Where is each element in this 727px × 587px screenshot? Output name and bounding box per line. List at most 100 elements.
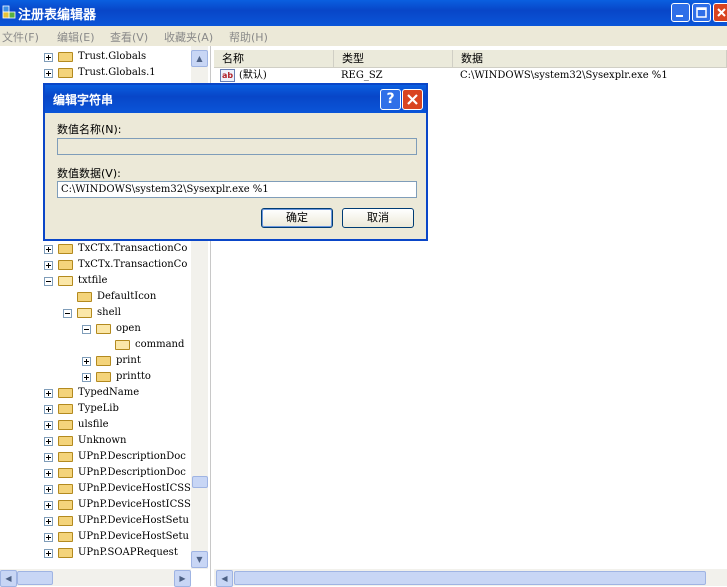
expand-plus-icon[interactable] — [82, 373, 91, 382]
close-button[interactable] — [713, 3, 727, 22]
expand-plus-icon[interactable] — [44, 469, 53, 478]
dialog-close-button[interactable] — [402, 89, 423, 110]
tree-item-label: DefaultIcon — [97, 291, 157, 302]
value-data-input[interactable]: C:\WINDOWS\system32\Sysexplr.exe %1 — [57, 181, 417, 198]
cancel-button[interactable]: 取消 — [342, 208, 414, 228]
folder-icon — [77, 292, 92, 302]
edit-string-dialog: 编辑字符串 ? 数值名称(N): 数值数据(V): C:\WINDOWS\sys… — [43, 83, 428, 241]
close-icon — [407, 94, 418, 105]
expand-plus-icon[interactable] — [44, 501, 53, 510]
collapse-minus-icon[interactable] — [82, 325, 91, 334]
expand-plus-icon[interactable] — [44, 453, 53, 462]
value-name-label: 数值名称(N): — [57, 123, 122, 136]
tree-item-label: Trust.Globals.1 — [78, 67, 156, 78]
menu-help[interactable]: 帮助(H) — [229, 29, 268, 45]
folder-icon — [58, 532, 73, 542]
expand-plus-icon[interactable] — [82, 357, 91, 366]
chevron-left-icon: ◀ — [5, 574, 12, 583]
expand-plus-icon[interactable] — [44, 245, 53, 254]
tree-item-label: txtfile — [78, 275, 108, 286]
help-icon: ? — [386, 91, 395, 107]
tree-scroll-right-button[interactable]: ▶ — [174, 570, 191, 587]
maximize-icon — [696, 7, 707, 18]
window-title: 注册表编辑器 — [18, 8, 97, 23]
expand-plus-icon[interactable] — [44, 405, 53, 414]
tree-item-label: TypedName — [78, 387, 140, 398]
chevron-down-icon: ▼ — [196, 555, 203, 564]
dialog-title-bar[interactable]: 编辑字符串 ? — [45, 85, 426, 113]
title-bar[interactable]: 注册表编辑器 — [0, 0, 727, 26]
list-horizontal-scrollbar[interactable]: ◀ — [214, 569, 727, 587]
string-value-icon: ab — [220, 69, 235, 82]
menu-favorites[interactable]: 收藏夹(A) — [164, 29, 213, 45]
expand-plus-icon[interactable] — [44, 389, 53, 398]
chevron-left-icon: ◀ — [221, 574, 228, 583]
minimize-button[interactable] — [671, 3, 690, 22]
column-header-name[interactable]: 名称 — [214, 50, 334, 68]
expand-plus-icon[interactable] — [44, 485, 53, 494]
folder-icon — [58, 404, 73, 414]
value-data: C:\WINDOWS\system32\Sysexplr.exe %1 — [460, 70, 668, 81]
tree-item-label: UPnP.DeviceHostSetu — [78, 531, 189, 542]
folder-icon — [96, 356, 111, 366]
expand-plus-icon[interactable] — [44, 517, 53, 526]
tree-item-label: UPnP.DescriptionDoc — [78, 467, 186, 478]
tree-item-label: UPnP.DeviceHostSetu — [78, 515, 189, 526]
value-name[interactable]: (默认) — [239, 68, 267, 84]
folder-icon — [58, 52, 73, 62]
expand-plus-icon[interactable] — [44, 69, 53, 78]
tree-hscroll-thumb[interactable] — [17, 571, 53, 585]
chevron-right-icon: ▶ — [179, 574, 186, 583]
dialog-title: 编辑字符串 — [53, 93, 114, 107]
menu-file[interactable]: 文件(F) — [2, 29, 39, 45]
folder-icon — [58, 244, 73, 254]
tree-item-label: printto — [116, 371, 151, 382]
tree-item-label: open — [116, 323, 141, 334]
collapse-minus-icon[interactable] — [63, 309, 72, 318]
expand-plus-icon[interactable] — [44, 437, 53, 446]
tree-item-label: UPnP.SOAPRequest — [78, 547, 178, 558]
ok-button[interactable]: 确定 — [261, 208, 333, 228]
scroll-thumb[interactable] — [192, 476, 208, 488]
folder-icon — [58, 484, 73, 494]
folder-open-icon — [96, 324, 111, 334]
tree-item-label: TxCTx.TransactionCo — [78, 243, 188, 254]
dialog-help-button[interactable]: ? — [380, 89, 401, 110]
expand-plus-icon[interactable] — [44, 421, 53, 430]
minimize-icon — [676, 15, 683, 17]
scroll-down-button[interactable]: ▼ — [191, 551, 208, 568]
tree-item-label: UPnP.DeviceHostICSS — [78, 483, 191, 494]
value-type: REG_SZ — [341, 70, 383, 81]
tree-horizontal-scrollbar[interactable]: ◀ ▶ — [0, 569, 191, 587]
folder-icon — [58, 260, 73, 270]
folder-icon — [58, 436, 73, 446]
menu-bar: 文件(F) 编辑(E) 查看(V) 收藏夹(A) 帮助(H) — [0, 26, 727, 46]
expand-plus-icon[interactable] — [44, 533, 53, 542]
scroll-up-button[interactable]: ▲ — [191, 50, 208, 67]
menu-view[interactable]: 查看(V) — [110, 29, 148, 45]
list-hscroll-thumb[interactable] — [234, 571, 706, 585]
column-header-data[interactable]: 数据 — [453, 50, 727, 68]
folder-icon — [58, 420, 73, 430]
expand-plus-icon[interactable] — [44, 261, 53, 270]
tree-item-label: shell — [97, 307, 121, 318]
chevron-up-icon: ▲ — [196, 54, 203, 63]
column-header-type[interactable]: 类型 — [334, 50, 453, 68]
menu-edit[interactable]: 编辑(E) — [57, 29, 95, 45]
folder-icon — [58, 516, 73, 526]
value-name-field[interactable] — [57, 138, 417, 155]
tree-scroll-left-button[interactable]: ◀ — [0, 570, 17, 587]
collapse-minus-icon[interactable] — [44, 277, 53, 286]
tree-item-label: UPnP.DeviceHostICSS — [78, 499, 191, 510]
value-data-label: 数值数据(V): — [57, 167, 121, 180]
tree-item-label: UPnP.DescriptionDoc — [78, 451, 186, 462]
tree-item-label: TxCTx.TransactionCo — [78, 259, 188, 270]
folder-icon — [58, 468, 73, 478]
list-scroll-left-button[interactable]: ◀ — [216, 570, 233, 587]
folder-open-icon — [115, 340, 130, 350]
expand-plus-icon[interactable] — [44, 53, 53, 62]
tree-item-label: ulsfile — [78, 419, 109, 430]
folder-open-icon — [58, 276, 73, 286]
maximize-button[interactable] — [692, 3, 711, 22]
expand-plus-icon[interactable] — [44, 549, 53, 558]
